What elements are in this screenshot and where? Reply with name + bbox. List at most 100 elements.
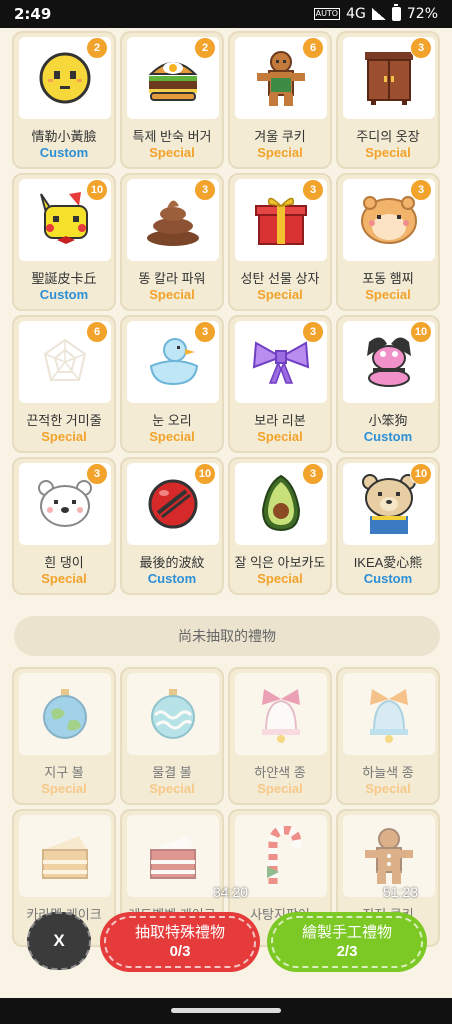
gift-card[interactable]: 10 聖誕皮卡丘 Custom	[12, 173, 116, 311]
special-cooldown-timer: 34:20	[213, 884, 249, 900]
count-badge: 10	[86, 179, 108, 201]
count-badge: 3	[86, 463, 108, 485]
gift-card[interactable]: 지구 볼 Special	[12, 667, 116, 805]
ginger-cookie-icon	[365, 828, 413, 884]
draw-special-gift-button[interactable]: 抽取特殊禮物 0/3	[100, 912, 260, 972]
gift-card[interactable]: 2 情勒小黃臉 Custom	[12, 31, 116, 169]
poop-icon	[147, 200, 199, 246]
caramel-cake-icon	[42, 836, 88, 879]
gift-type: Special	[257, 781, 303, 796]
gift-name: 똥 칼라 파워	[138, 271, 206, 286]
battery-percent: 72%	[406, 6, 438, 22]
gift-type: Special	[149, 145, 195, 160]
gift-type: Special	[257, 287, 303, 302]
gift-card[interactable]: 3 잘 익은 아보카도 Special	[228, 457, 332, 595]
custom-cooldown-timer: 51:23	[383, 884, 419, 900]
gift-type: Special	[41, 781, 87, 796]
yellow-face-icon	[39, 52, 91, 104]
count-badge: 3	[302, 321, 324, 343]
gift-type: Custom	[147, 571, 197, 586]
teddy-bear-icon	[362, 474, 416, 534]
count-badge: 3	[194, 179, 216, 201]
gift-name: 겨울 쿠키	[254, 129, 306, 144]
count-badge: 3	[302, 179, 324, 201]
count-badge: 2	[86, 37, 108, 59]
gift-type: Special	[149, 287, 195, 302]
wardrobe-icon	[365, 52, 413, 105]
gift-card[interactable]: 10 小笨狗 Custom	[336, 315, 440, 453]
draw-custom-label: 繪製手工禮物	[301, 924, 392, 941]
gift-tile	[127, 815, 219, 897]
battery-icon	[391, 4, 401, 21]
burger-icon	[148, 62, 198, 101]
gift-name: 하얀색 종	[254, 765, 306, 780]
gift-name: 잘 익은 아보카도	[234, 555, 326, 570]
gift-card[interactable]: 10 IKEA愛心熊 Custom	[336, 457, 440, 595]
status-bar: 2:49 AUTO 4G 72%	[0, 0, 452, 28]
count-badge: 3	[410, 179, 432, 201]
gift-type: Special	[41, 571, 87, 586]
gift-type: Special	[365, 781, 411, 796]
gift-tile	[343, 673, 435, 755]
gift-card[interactable]: 하얀색 종 Special	[228, 667, 332, 805]
gift-name: 聖誕皮卡丘	[31, 271, 97, 286]
gift-name: 눈 오리	[152, 413, 192, 428]
system-nav-bar	[0, 998, 452, 1024]
count-badge: 10	[410, 321, 432, 343]
gift-name: 끈적한 거미줄	[26, 413, 102, 428]
sky-bell-icon	[370, 689, 408, 743]
earth-ornament-icon	[43, 689, 87, 739]
gift-card[interactable]: 2 특제 반숙 버거 Special	[120, 31, 224, 169]
gift-card[interactable]: 하늘색 종 Special	[336, 667, 440, 805]
gift-name: 성탄 선물 상자	[240, 271, 320, 286]
gift-type: Special	[257, 145, 303, 160]
pink-dog-icon	[367, 337, 411, 387]
uncollected-gift-grid: 지구 볼 Special 물결 볼 Special 하얀색 종 Special	[12, 667, 440, 951]
gift-name: 하늘색 종	[362, 765, 414, 780]
avocado-icon	[261, 474, 301, 532]
gift-type: Special	[365, 287, 411, 302]
gift-card[interactable]: 10 最後的波紋 Custom	[120, 457, 224, 595]
gift-tile	[235, 815, 327, 897]
gift-name: 情勒小黃臉	[31, 129, 97, 144]
gift-name: 특제 반숙 버거	[132, 129, 212, 144]
gift-tile	[235, 673, 327, 755]
uncollected-section-header: 尚未抽取的禮物	[14, 616, 440, 656]
home-gesture-handle[interactable]	[171, 1008, 281, 1013]
draw-special-label: 抽取特殊禮物	[134, 924, 225, 941]
gift-card[interactable]: 3 보라 리본 Special	[228, 315, 332, 453]
auto-brightness-icon: AUTO	[313, 8, 341, 20]
gift-card[interactable]: 3 성탄 선물 상자 Special	[228, 173, 332, 311]
count-badge: 3	[194, 321, 216, 343]
white-bell-icon	[262, 689, 300, 743]
gift-card[interactable]: 물결 볼 Special	[120, 667, 224, 805]
count-badge: 3	[302, 463, 324, 485]
gift-type: Custom	[363, 571, 413, 586]
gift-card[interactable]: 3 똥 칼라 파워 Special	[120, 173, 224, 311]
gift-type: Special	[365, 145, 411, 160]
gift-card[interactable]: 3 흰 댕이 Special	[12, 457, 116, 595]
draw-custom-count: 2/3	[336, 943, 358, 960]
wave-ornament-icon	[151, 689, 195, 739]
gift-type: Special	[257, 571, 303, 586]
white-dog-icon	[38, 480, 92, 527]
gift-box-icon	[255, 197, 307, 245]
gift-type: Custom	[39, 287, 89, 302]
count-badge: 6	[302, 37, 324, 59]
gift-name: 最後的波紋	[139, 555, 205, 570]
candy-cane-icon	[267, 826, 302, 886]
gift-tile	[127, 673, 219, 755]
network-label: 4G	[346, 6, 366, 22]
status-icons: AUTO 4G 72%	[313, 4, 438, 22]
close-button[interactable]: X	[27, 912, 91, 970]
snow-duck-icon	[149, 338, 199, 386]
draw-custom-gift-button[interactable]: 繪製手工禮物 2/3	[267, 912, 427, 972]
christmas-pikachu-icon	[40, 192, 88, 244]
gift-card[interactable]: 3 포동 햄찌 Special	[336, 173, 440, 311]
gift-card[interactable]: 3 주디의 옷장 Special	[336, 31, 440, 169]
gift-name: 포동 햄찌	[362, 271, 414, 286]
gift-card[interactable]: 3 눈 오리 Special	[120, 315, 224, 453]
gift-card[interactable]: 6 끈적한 거미줄 Special	[12, 315, 116, 453]
gift-card[interactable]: 6 겨울 쿠키 Special	[228, 31, 332, 169]
draw-special-count: 0/3	[169, 943, 191, 960]
